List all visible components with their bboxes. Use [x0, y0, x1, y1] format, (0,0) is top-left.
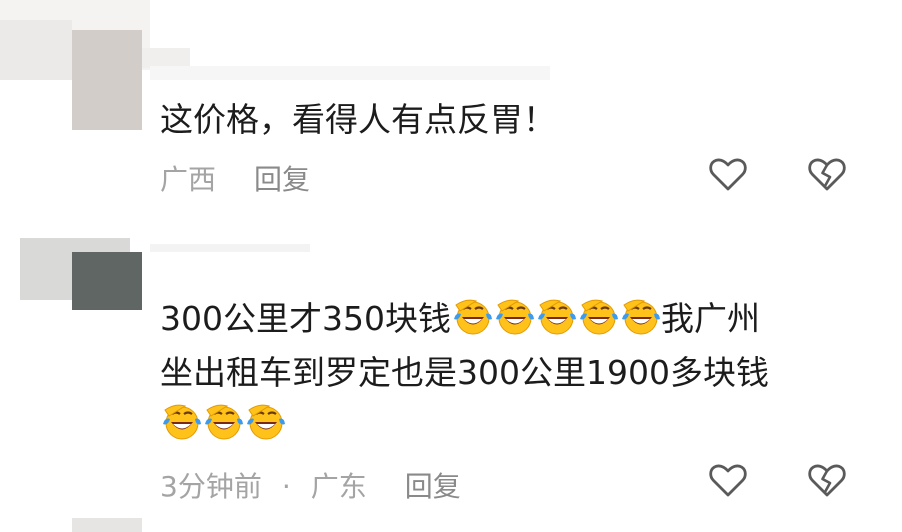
comment-line-1: 300公里才350块钱 我广州 — [160, 297, 760, 341]
emoji-group — [451, 299, 661, 338]
line-text: 我广州 — [660, 299, 760, 338]
broken-heart-icon[interactable] — [806, 461, 848, 501]
comment-meta: 3分钟前 · 广东 回复 — [160, 465, 461, 505]
broken-heart-icon[interactable] — [806, 155, 848, 195]
line-text: 坐出租车到罗定也是300公里1900多块钱 — [160, 353, 769, 392]
emoji-group — [160, 404, 286, 443]
location-label: 广东 — [310, 470, 367, 503]
avatar-blurred — [72, 518, 142, 532]
comment-line-3 — [160, 402, 286, 446]
reply-button[interactable]: 回复 — [254, 163, 310, 196]
username-blurred — [150, 244, 310, 252]
username-blurred — [150, 66, 550, 80]
comment-meta: 广西 回复 — [160, 158, 310, 198]
mosaic-block — [72, 30, 142, 130]
comment-line-2: 坐出租车到罗定也是300公里1900多块钱 — [160, 351, 769, 395]
laughing-crying-emoji-icon — [203, 402, 243, 442]
laughing-crying-emoji-icon — [161, 402, 201, 442]
location-label: 广西 — [160, 163, 217, 196]
laughing-crying-emoji-icon — [452, 297, 492, 337]
reply-button[interactable]: 回复 — [405, 470, 461, 503]
laughing-crying-emoji-icon — [578, 297, 618, 337]
heart-outline-icon[interactable] — [707, 155, 749, 195]
mosaic-block — [0, 20, 72, 80]
line-text: 300公里才350块钱 — [160, 299, 451, 338]
laughing-crying-emoji-icon — [620, 297, 660, 337]
comment-text: 这价格，看得人有点反胃！ — [160, 100, 556, 139]
timestamp: 3分钟前 — [160, 470, 262, 503]
laughing-crying-emoji-icon — [494, 297, 534, 337]
laughing-crying-emoji-icon — [245, 402, 285, 442]
laughing-crying-emoji-icon — [536, 297, 576, 337]
heart-outline-icon[interactable] — [707, 461, 749, 501]
mosaic-block — [142, 48, 190, 68]
mosaic-block — [72, 252, 142, 310]
separator-dot: · — [281, 470, 291, 503]
